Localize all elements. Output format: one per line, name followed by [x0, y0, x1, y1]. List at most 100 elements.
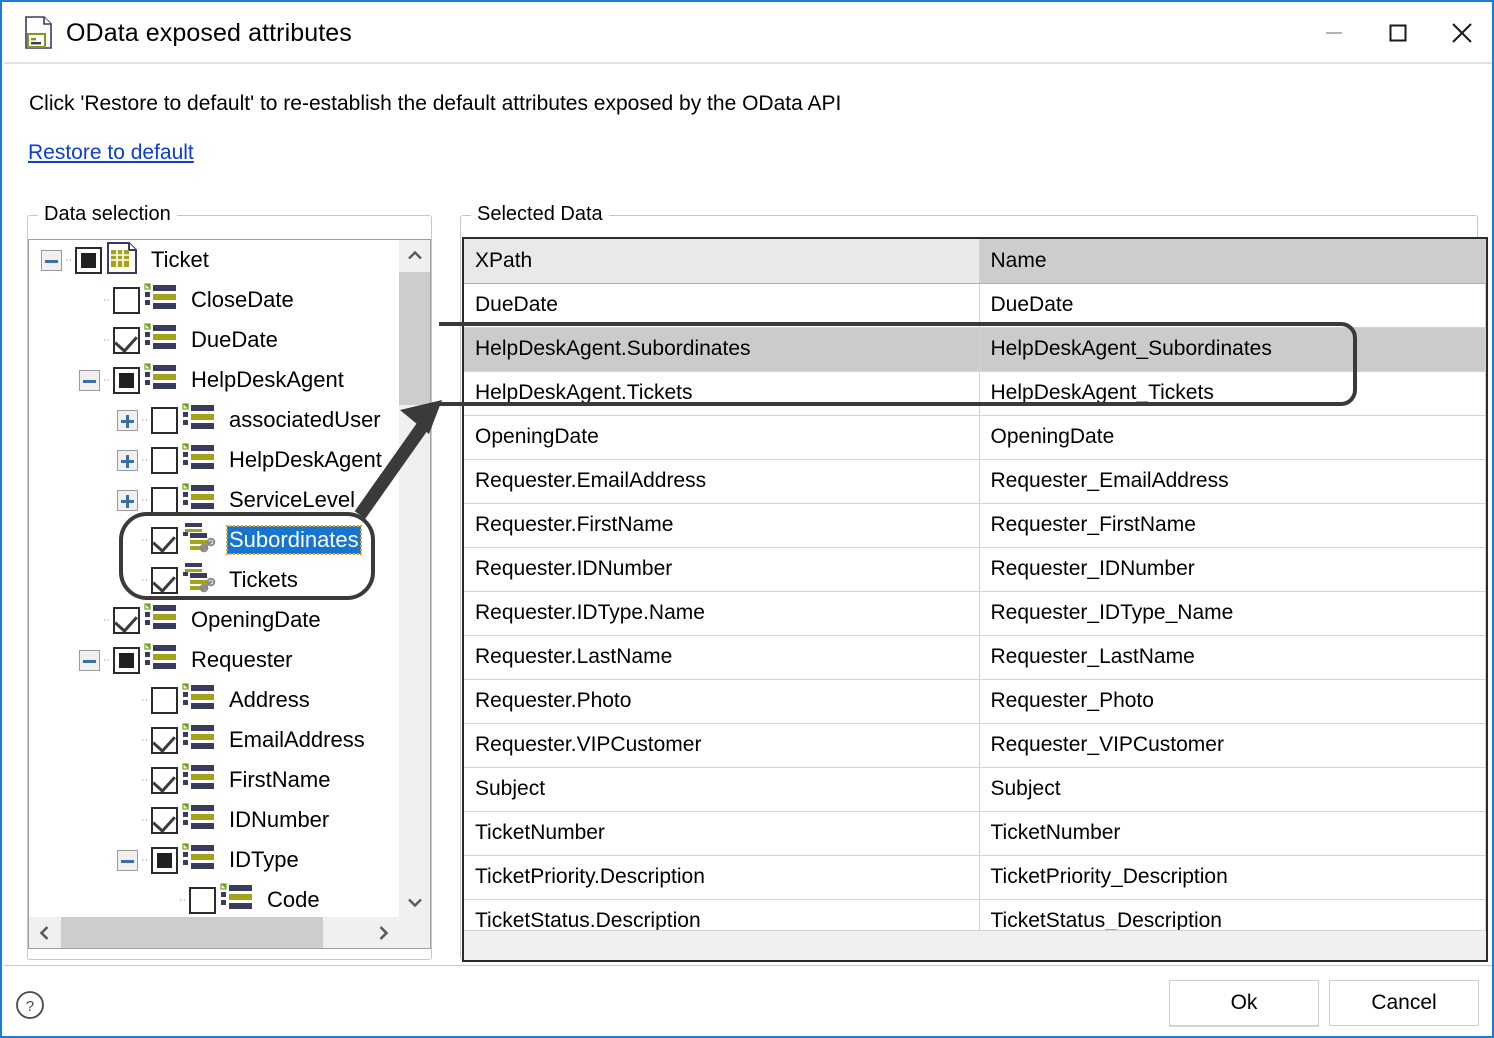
tree-checkbox[interactable]: [151, 566, 178, 594]
tree-item-code-d3[interactable]: ·· Code: [29, 880, 399, 918]
tree-checkbox[interactable]: [151, 446, 178, 474]
collapse-icon[interactable]: [79, 649, 100, 671]
tree-item-helpdeskagent-d2[interactable]: ·· HelpDeskAgent: [29, 440, 399, 480]
tree-item-helpdeskagent-d1[interactable]: ·· HelpDeskAgent: [29, 360, 399, 400]
tree-item-label[interactable]: Address: [227, 686, 312, 714]
table-row[interactable]: Requester.EmailAddress Requester_EmailAdd…: [464, 459, 1486, 504]
expand-icon[interactable]: [117, 409, 138, 431]
tree-item-label[interactable]: CloseDate: [189, 286, 296, 314]
tree-item-address-d2[interactable]: ·· Address: [29, 680, 399, 720]
tree-item-requester-d1[interactable]: ·· Requester: [29, 640, 399, 680]
tree-checkbox[interactable]: [113, 286, 140, 314]
attribute-icon: [182, 482, 216, 518]
table-row[interactable]: TicketPriority.Description TicketPriority…: [464, 855, 1486, 900]
table-row[interactable]: Subject Subject: [464, 767, 1486, 812]
tree-item-label[interactable]: Code: [265, 886, 322, 914]
tree-horizontal-scrollbar[interactable]: [29, 916, 399, 948]
tree-connector: ··: [140, 534, 149, 546]
tree-item-label[interactable]: ServiceLevel: [227, 486, 357, 514]
tree-item-tickets-d2[interactable]: ·· Tickets: [29, 560, 399, 600]
collapse-icon[interactable]: [79, 369, 100, 391]
table-row[interactable]: HelpDeskAgent.Subordinates HelpDeskAgent_…: [464, 327, 1486, 372]
tree-checkbox[interactable]: [151, 526, 178, 554]
tree-item-idnumber-d2[interactable]: ·· IDNumber: [29, 800, 399, 840]
tree-checkbox[interactable]: [189, 886, 216, 914]
tree-checkbox[interactable]: [151, 686, 178, 714]
column-header-name[interactable]: Name: [979, 239, 1486, 284]
tree-item-label[interactable]: Tickets: [227, 566, 300, 594]
maximize-button[interactable]: [1366, 5, 1430, 61]
table-row[interactable]: Requester.VIPCustomer Requester_VIPCustom…: [464, 723, 1486, 768]
close-button[interactable]: [1430, 5, 1492, 61]
cancel-button[interactable]: Cancel: [1329, 980, 1479, 1026]
table-row[interactable]: TicketNumber TicketNumber: [464, 811, 1486, 856]
chevron-up-icon[interactable]: [399, 240, 430, 272]
table-row[interactable]: Requester.Photo Requester_Photo: [464, 679, 1486, 724]
tree-item-label[interactable]: OpeningDate: [189, 606, 323, 634]
tree-checkbox[interactable]: [151, 846, 178, 874]
cell-name: Requester_VIPCustomer: [979, 723, 1486, 768]
minimize-button[interactable]: [1302, 5, 1366, 61]
tree-checkbox[interactable]: [151, 806, 178, 834]
help-question-icon[interactable]: ?: [15, 990, 45, 1020]
tree-item-emailaddress-d2[interactable]: ·· EmailAddress: [29, 720, 399, 760]
tree-item-associateduser-d2[interactable]: ·· associatedUser: [29, 400, 399, 440]
tree-item-label[interactable]: EmailAddress: [227, 726, 367, 754]
tree-viewport[interactable]: ·· Ticket ·· CloseDate ·· DueDate ·· HelpDeskAg…: [29, 240, 399, 918]
tree-checkbox[interactable]: [113, 606, 140, 634]
tree-checkbox[interactable]: [113, 646, 140, 674]
tree-checkbox[interactable]: [151, 766, 178, 794]
tree-item-label[interactable]: Requester: [189, 646, 295, 674]
table-row[interactable]: Requester.IDType.Name Requester_IDType_Na…: [464, 591, 1486, 636]
tree-item-label[interactable]: DueDate: [189, 326, 280, 354]
tree-item-closedate-d1[interactable]: ·· CloseDate: [29, 280, 399, 320]
table-empty-filler: [464, 930, 1486, 960]
tree-checkbox[interactable]: [151, 406, 178, 434]
tree-checkbox[interactable]: [113, 366, 140, 394]
restore-to-default-link[interactable]: Restore to default: [28, 141, 194, 165]
cell-xpath: Requester.VIPCustomer: [464, 723, 980, 768]
tree-item-firstname-d2[interactable]: ·· FirstName: [29, 760, 399, 800]
expand-icon[interactable]: [117, 449, 138, 471]
tree-item-subordinates-d2[interactable]: ·· Subordinates: [29, 520, 399, 560]
expand-icon[interactable]: [117, 489, 138, 511]
table-row[interactable]: Requester.LastName Requester_LastName: [464, 635, 1486, 680]
tree-item-label[interactable]: FirstName: [227, 766, 332, 794]
tree-vertical-scrollbar[interactable]: [398, 240, 430, 918]
tree-connector: ··: [140, 734, 149, 746]
tree-connector: ··: [102, 614, 111, 626]
tree-item-label[interactable]: IDNumber: [227, 806, 331, 834]
chevron-down-icon[interactable]: [399, 886, 430, 918]
tree-item-label[interactable]: HelpDeskAgent: [189, 366, 346, 394]
collapse-icon[interactable]: [117, 849, 138, 871]
tree-item-label[interactable]: IDType: [227, 846, 301, 874]
table-row[interactable]: OpeningDate OpeningDate: [464, 415, 1486, 460]
tree-item-idtype-d2[interactable]: ·· IDType: [29, 840, 399, 880]
tree-checkbox[interactable]: [113, 326, 140, 354]
collapse-icon[interactable]: [41, 249, 62, 271]
tree-item-label[interactable]: HelpDeskAgent: [227, 446, 384, 474]
tree-connector: ··: [140, 774, 149, 786]
tree-item-label[interactable]: Subordinates: [226, 525, 362, 555]
table-row[interactable]: DueDate DueDate: [464, 283, 1486, 328]
tree-item-servicelevel-d2[interactable]: ·· ServiceLevel: [29, 480, 399, 520]
tree-item-ticket[interactable]: ·· Ticket: [29, 240, 399, 280]
tree-item-openingdate-d1[interactable]: ·· OpeningDate: [29, 600, 399, 640]
ok-button[interactable]: Ok: [1169, 980, 1319, 1026]
chevron-right-icon[interactable]: [367, 917, 399, 948]
column-header-xpath[interactable]: XPath: [464, 239, 980, 284]
tree-checkbox[interactable]: [151, 726, 178, 754]
tree-item-duedate-d1[interactable]: ·· DueDate: [29, 320, 399, 360]
table-row[interactable]: Requester.IDNumber Requester_IDNumber: [464, 547, 1486, 592]
tree-checkbox[interactable]: [75, 246, 102, 274]
tree-hscroll-thumb[interactable]: [61, 917, 323, 948]
table-row[interactable]: HelpDeskAgent.Tickets HelpDeskAgent_Ticke…: [464, 371, 1486, 416]
table-row[interactable]: Requester.FirstName Requester_FirstName: [464, 503, 1486, 548]
relation-icon: [182, 562, 216, 599]
tree-connector: ··: [140, 814, 149, 826]
chevron-left-icon[interactable]: [29, 917, 61, 948]
tree-vscroll-thumb[interactable]: [399, 272, 430, 405]
tree-checkbox[interactable]: [151, 486, 178, 514]
tree-item-label[interactable]: Ticket: [149, 246, 211, 274]
tree-item-label[interactable]: associatedUser: [227, 406, 383, 434]
